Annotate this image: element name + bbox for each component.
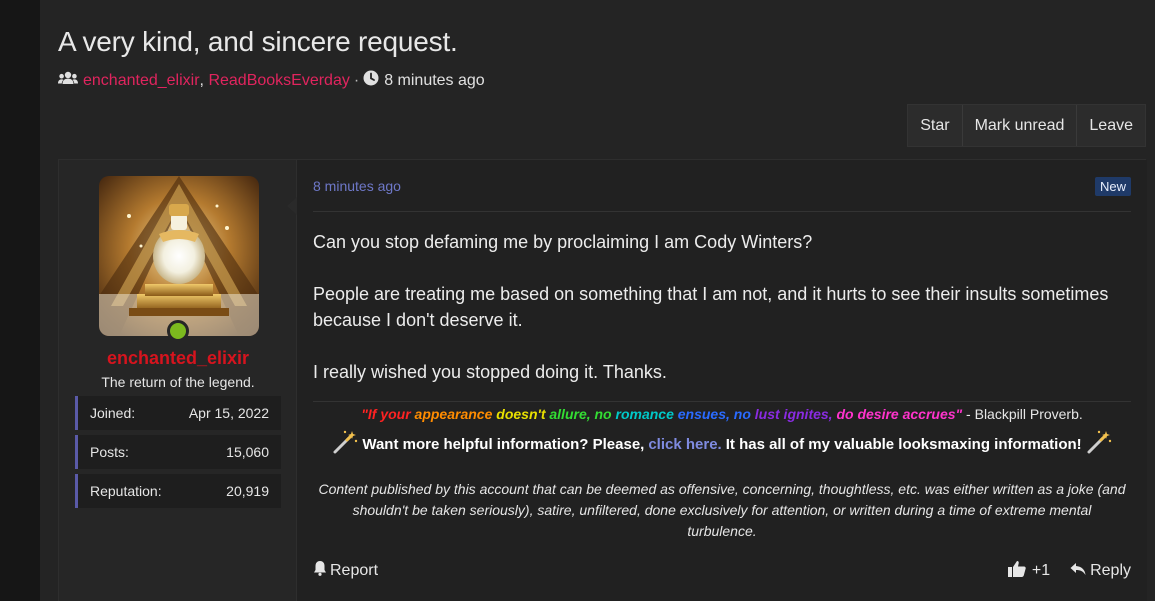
message-paragraph: People are treating me based on somethin… [313,284,1109,330]
like-button[interactable]: +1 [1007,560,1051,582]
reply-icon [1070,562,1086,581]
stat-value: Apr 15, 2022 [188,405,269,421]
quote-part: ensues, no [677,406,755,422]
quote-part: doesn't [496,406,550,422]
quote-part: do desire accrues" [836,406,963,422]
page-title: A very kind, and sincere request. [58,26,458,57]
stat-posts: Posts: 15,060 [75,435,281,469]
message-body: Can you stop defaming me by proclaiming … [313,229,1113,411]
bell-icon [313,560,327,581]
message-actions: Report +1 Reply [313,560,1131,584]
participant-link[interactable]: ReadBooksEverday [208,72,349,90]
divider [313,211,1131,212]
report-label: Report [330,561,379,579]
message-content: 8 minutes ago New Can you stop defaming … [297,160,1147,601]
signature-link[interactable]: click here. [648,436,721,453]
reaction-actions: +1 Reply [1007,560,1131,582]
divider [313,401,1131,402]
clock-icon [363,70,379,91]
signature-text: Want more helpful information? Please, [362,436,645,453]
stat-value: 20,919 [226,483,269,499]
online-status-dot [167,320,189,342]
quote-part: appearance [414,406,497,422]
signature-info-line: Want more helpful information? Please, c… [313,429,1131,460]
signature: "If your appearance doesn't allure, no r… [313,406,1131,542]
signature-disclaimer: Content published by this account that c… [318,481,1126,539]
message-user: enchanted_elixir The return of the legen… [59,160,298,601]
thumbs-up-icon [1007,560,1026,582]
message-paragraph: I really wished you stopped doing it. Th… [313,362,667,382]
signature-quote: "If your appearance doesn't allure, no r… [313,406,1131,422]
participant-separator: , [199,71,204,89]
quote-part: romance [615,406,678,422]
signature-text: It has all of my valuable looksmaxing in… [725,436,1082,453]
report-button[interactable]: Report [313,560,378,581]
reply-label: Reply [1090,562,1131,579]
user-title: The return of the legend. [101,374,255,390]
thread-time: 8 minutes ago [384,71,485,89]
star-button[interactable]: Star [908,105,961,146]
stat-reputation: Reputation: 20,919 [75,474,281,508]
quote-part: "If your [361,406,415,422]
username[interactable]: enchanted_elixir [59,348,297,369]
avatar[interactable] [99,176,259,336]
like-count: +1 [1031,562,1051,579]
stat-label: Posts: [90,444,129,460]
stat-label: Joined: [90,405,136,421]
message: enchanted_elixir The return of the legen… [58,159,1147,601]
left-gutter [0,0,40,601]
meta-dot: · [353,71,360,89]
new-badge: New [1094,177,1131,196]
quote-part: lust ignites, [754,406,837,422]
quote-part: allure, no [549,406,616,422]
thread-actions: Star Mark unread Leave [907,104,1146,147]
magic-wand-icon [1086,429,1112,460]
reply-button[interactable]: Reply [1070,562,1131,581]
users-icon [58,71,78,90]
thread-meta: enchanted_elixir , ReadBooksEverday · 8 … [58,70,485,91]
leave-button[interactable]: Leave [1076,105,1145,146]
stat-label: Reputation: [90,483,162,499]
mark-unread-button[interactable]: Mark unread [961,105,1077,146]
message-timestamp[interactable]: 8 minutes ago [313,178,401,194]
proverb-attribution: - Blackpill Proverb. [962,406,1083,422]
stat-value: 15,060 [226,444,269,460]
thread-view: A very kind, and sincere request. enchan… [40,0,1155,601]
stat-joined: Joined: Apr 15, 2022 [75,396,281,430]
magic-wand-icon [332,429,358,460]
message-paragraph: Can you stop defaming me by proclaiming … [313,232,813,252]
participant-link[interactable]: enchanted_elixir [83,72,200,90]
